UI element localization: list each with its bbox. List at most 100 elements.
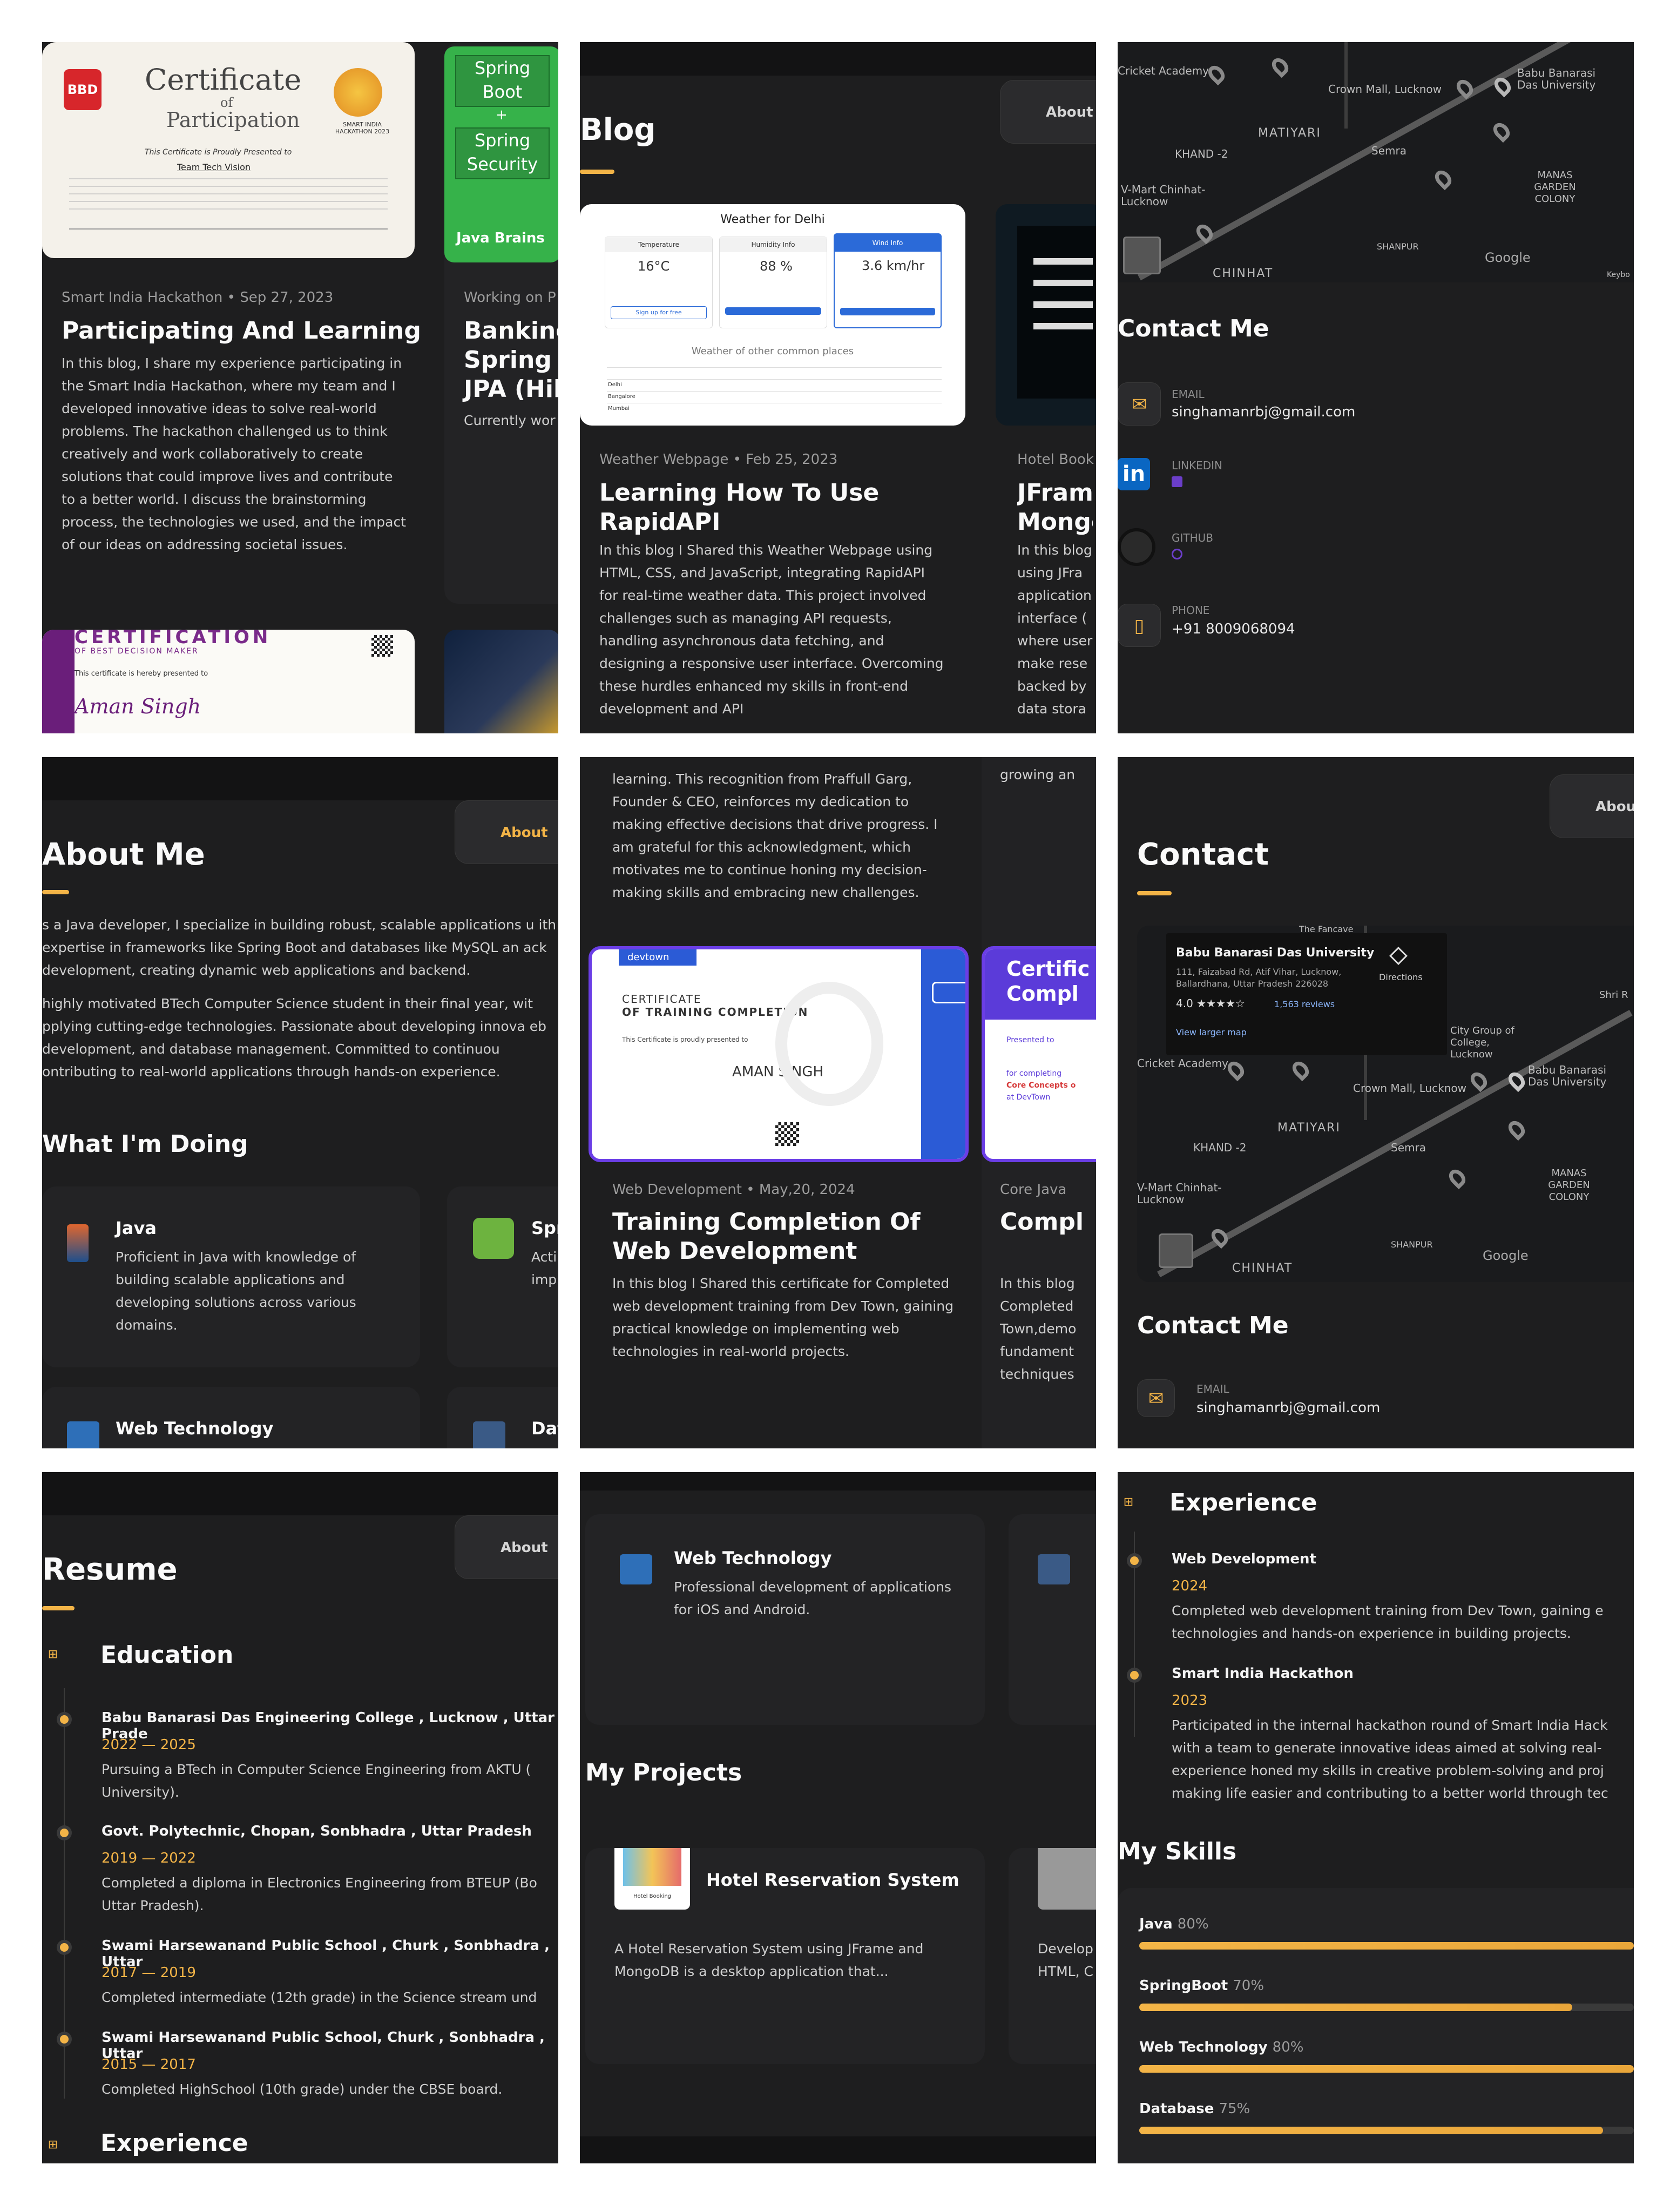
nav-about[interactable]: Abou <box>1595 799 1634 815</box>
place-addr-1: 111, Faizabad Rd, Atif Vihar, Lucknow, <box>1176 967 1342 977</box>
linkedin-link[interactable] <box>1172 476 1182 487</box>
timeline-dot <box>60 1943 69 1952</box>
cert-line: This Certificate is proudly presented to <box>622 1036 748 1043</box>
skills-heading: My Skills <box>1118 1838 1237 1865</box>
service-card-web: Web Technology Professional development … <box>585 1514 985 1725</box>
map-label: Keybo <box>1607 271 1630 279</box>
top-strip <box>42 757 558 800</box>
blog-meta: Weather Webpage • Feb 25, 2023 <box>599 451 838 468</box>
cert-participation: Participation <box>166 108 300 132</box>
cert-team: Team Tech Vision <box>177 162 251 172</box>
wind-button[interactable] <box>840 308 935 315</box>
hotel-caption: Hotel Booking <box>633 1893 672 1899</box>
spring-l3: Spring <box>474 130 531 151</box>
linkedin-icon[interactable]: in <box>1118 458 1150 490</box>
service-title: Dat <box>531 1418 558 1439</box>
weather-head: Weather for Delhi <box>720 213 825 226</box>
skill-label: Java 80% <box>1139 1916 1209 1932</box>
app-field <box>1033 280 1093 286</box>
blog-excerpt-2: In this blog using JFra application inte… <box>1017 542 1093 717</box>
edu-desc: Completed a diploma in Electronics Engin… <box>102 1875 537 1913</box>
hotel-app-image[interactable] <box>996 204 1096 426</box>
map-pin-icon <box>1431 167 1455 191</box>
cert-watermark <box>775 982 883 1106</box>
map-label: CHINHAT <box>1213 267 1274 280</box>
database-icon <box>473 1421 505 1448</box>
map-label: Shri R <box>1599 989 1628 1001</box>
signup-button[interactable]: Sign up for free <box>611 306 707 319</box>
skill-name: Web Technology <box>1139 2039 1268 2055</box>
phone-link[interactable]: +91 8009068094 <box>1172 621 1295 637</box>
email-link[interactable]: singhamanrbj@gmail.com <box>1172 404 1355 420</box>
service-desc: Professional development of applications… <box>674 1579 952 1617</box>
github-link[interactable] <box>1172 549 1182 559</box>
about-paragraph-1: s a Java developer, I specialize in buil… <box>42 917 557 978</box>
navbar: About <box>1000 80 1096 144</box>
edu-desc: Completed HighSchool (10th grade) under … <box>102 2081 503 2097</box>
place-reviews-link[interactable]: 1,563 reviews <box>1274 999 1335 1009</box>
weather-table <box>607 367 942 413</box>
spring-l2: Boot <box>482 82 523 102</box>
map-label: Babu Banarasi Das University <box>1517 66 1596 91</box>
contact-heading: Contact Me <box>1137 1312 1289 1339</box>
map-label: KHAND -2 <box>1175 147 1228 160</box>
qr-code <box>371 635 393 657</box>
humidity-button[interactable] <box>725 307 821 315</box>
blog-title-2[interactable]: JFram Mongo <box>1017 478 1093 537</box>
github-icon[interactable] <box>1118 528 1155 566</box>
weather-webpage-image[interactable]: Weather for Delhi Temperature 16°C Sign … <box>580 204 965 426</box>
map-place-card: Babu Banarasi Das University 111, Faizab… <box>1166 933 1447 1055</box>
project-card-hotel[interactable]: Hotel Booking Hotel Reservation System A… <box>585 1848 985 2064</box>
map-embed[interactable]: Cricket Academy Crown Mall, Lucknow Babu… <box>1118 42 1634 282</box>
blog-title[interactable]: Participating And Learning <box>62 316 421 346</box>
service-title: Web Technology <box>116 1418 274 1439</box>
weather-sub: Weather of other common places <box>691 346 854 357</box>
service-desc: Proficient in Java with knowledge of bui… <box>116 1249 356 1333</box>
weather-wind: 3.6 km/hr <box>862 258 925 273</box>
cert-sub: This Certificate is Proudly Presented to <box>145 148 292 157</box>
blog-card-devtown[interactable]: learning. This recognition from Praffull… <box>580 757 969 1448</box>
nav-about[interactable]: About <box>501 1540 548 1556</box>
map-satellite-toggle[interactable] <box>1159 1233 1193 1268</box>
blog-card-corejava[interactable]: growing an Certific Compl Presented to f… <box>982 757 1096 1448</box>
exp-year: 2023 <box>1172 1692 1208 1709</box>
blog-meta: Smart India Hackathon • Sep 27, 2023 <box>62 289 334 306</box>
cert2-l5: Core Concepts o <box>1006 1081 1076 1090</box>
timeline-dot <box>60 1715 69 1724</box>
skill-bar <box>1139 2065 1634 2073</box>
blog-card-hackathon[interactable]: BBD Certificate of Participation SMART I… <box>42 42 458 604</box>
title-underline <box>42 890 69 894</box>
skill-name: Database <box>1139 2101 1214 2117</box>
web-icon <box>67 1421 99 1448</box>
directions-icon[interactable] <box>1389 947 1408 965</box>
service-title: Web Technology <box>674 1548 832 1568</box>
blog-title[interactable]: Learning How To Use RapidAPI <box>599 478 923 537</box>
view-larger-map-link[interactable]: View larger map <box>1176 1027 1247 1037</box>
exp-title: Smart India Hackathon <box>1172 1665 1354 1682</box>
blog-meta-2: Working on P <box>464 289 556 306</box>
blog-title[interactable]: Training Completion Of Web Development <box>612 1208 958 1266</box>
timeline-dot <box>1130 1671 1139 1680</box>
certificate-image-4 <box>444 630 558 733</box>
exp-desc: Participated in the internal hackathon r… <box>1172 1717 1608 1801</box>
email-label: EMAIL <box>1172 388 1205 401</box>
project-title[interactable]: Hotel Reservation System <box>706 1870 959 1890</box>
map-label: V-Mart Chinhat-Lucknow <box>1121 183 1206 208</box>
blog-card-banking[interactable]: Spring Boot + Spring Security Java Brains … <box>444 42 558 604</box>
service-card-database <box>1009 1514 1096 1725</box>
hotel-image: Hotel Booking <box>614 1848 690 1910</box>
nav-about-active[interactable]: About <box>501 825 548 841</box>
map-embed[interactable]: Babu Banarasi Das University 111, Faizab… <box>1137 926 1634 1282</box>
blog-title-2[interactable]: Banking Spring B JPA (Hib <box>464 316 558 404</box>
map-label: Semra <box>1391 1141 1426 1154</box>
blog-title-2[interactable]: Compl <box>1000 1208 1084 1237</box>
cert2-head: CERTIFICATION <box>75 630 272 648</box>
nav-about[interactable]: About <box>1046 104 1093 120</box>
app-field <box>1033 323 1093 329</box>
blog-excerpt-2: In this blog Completed Town,demo fundame… <box>1000 1276 1077 1382</box>
directions-label[interactable]: Directions <box>1379 972 1423 982</box>
project-card-weather[interactable]: Develop HTML, C <box>1009 1848 1096 2064</box>
map-satellite-toggle[interactable] <box>1123 237 1161 274</box>
email-link[interactable]: singhamanrbj@gmail.com <box>1196 1400 1380 1416</box>
skill-bar-fill <box>1139 2127 1603 2134</box>
